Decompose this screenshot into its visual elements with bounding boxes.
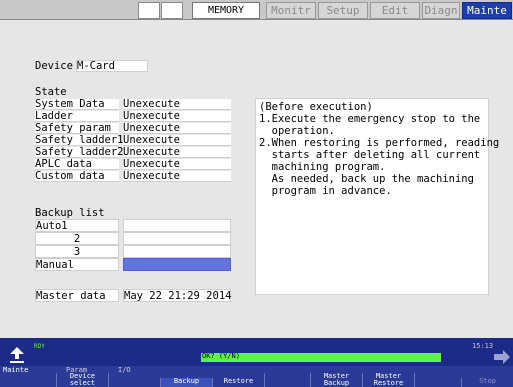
message-line: program in advance. [259, 185, 392, 197]
menu-empty-button[interactable] [108, 373, 160, 387]
tab-edit[interactable]: Edit [370, 2, 420, 19]
backup-row-name[interactable]: 2 [35, 232, 119, 245]
message-line: starts after deleting all current [259, 149, 481, 161]
precaution-message-box: (Before execution) 1.Execute the emergen… [255, 98, 500, 295]
menu-backup-button[interactable]: Backup [160, 378, 212, 387]
state-value: Unexecute [123, 147, 231, 158]
confirm-prompt: OK? (Y/N) [202, 352, 240, 360]
menu-up-arrow-icon[interactable] [8, 345, 26, 365]
clock: 15:13 [472, 342, 494, 350]
top-bar: MEMORY Monitr Setup Edit Diagn Mainte [0, 0, 513, 20]
state-name: Safety ladder1 [35, 134, 124, 146]
indicator-box-1 [138, 2, 160, 19]
state-name: System Data [35, 99, 119, 110]
menu-next-arrow-icon[interactable] [493, 348, 511, 364]
state-value: Unexecute [123, 123, 231, 134]
message-line: operation. [259, 125, 335, 137]
tab-monitr[interactable]: Monitr [266, 2, 316, 19]
state-name: Safety ladder2 [35, 146, 124, 158]
state-name: Custom data [35, 171, 119, 182]
message-line: 1.Execute the emergency stop to the [259, 113, 481, 125]
master-data-label: Master data [35, 289, 119, 302]
backup-row-value[interactable] [123, 232, 231, 245]
state-value: Unexecute [123, 111, 231, 122]
menu-stop-button[interactable]: Stop [461, 378, 513, 387]
backup-row-value[interactable] [123, 219, 231, 232]
state-value: Unexecute [123, 135, 231, 146]
state-name: APLC data [35, 159, 119, 170]
message-line: machining program. [259, 161, 386, 173]
tab-mainte[interactable]: Mainte [462, 2, 512, 19]
menu-master-backup-button[interactable]: Master Backup [310, 373, 362, 387]
menu-device-select-button[interactable]: Device select [56, 373, 108, 387]
message-line: As needed, back up the machining [259, 173, 474, 185]
state-name: Ladder [35, 111, 119, 122]
indicator-box-2 [161, 2, 183, 19]
backup-list-title: Backup list [35, 207, 105, 219]
state-name: Safety param [35, 123, 119, 134]
tab-setup[interactable]: Setup [318, 2, 368, 19]
state-title: State [35, 86, 67, 98]
backup-row-name[interactable]: Manual [35, 258, 119, 271]
master-data-value: May 22 21:29 2014 [123, 289, 232, 302]
menu-mode-label: Mainte [3, 366, 29, 374]
message-line: 2.When restoring is performed, reading [259, 137, 500, 149]
device-field[interactable]: M-Card [76, 60, 148, 72]
message-line: (Before execution) [259, 101, 373, 113]
state-value: Unexecute [123, 171, 231, 182]
backup-row-name[interactable]: 3 [35, 245, 119, 258]
backup-row-name[interactable]: Auto1 [35, 219, 119, 232]
tab-diagn[interactable]: Diagn [422, 2, 460, 19]
nc-screen: MEMORY Monitr Setup Edit Diagn Mainte De… [0, 0, 513, 387]
menu-empty-button[interactable] [414, 373, 466, 387]
device-label: Device [35, 60, 73, 72]
state-value: Unexecute [123, 99, 231, 110]
operation-mode: MEMORY [192, 2, 260, 19]
backup-row-value-selected[interactable] [123, 258, 231, 271]
menu-empty-button[interactable] [264, 373, 316, 387]
work-area: Device M-Card State System Data Unexecut… [0, 20, 513, 338]
ready-indicator: RDY [34, 343, 45, 350]
menu-restore-button[interactable]: Restore [212, 378, 264, 387]
menu-master-restore-button[interactable]: Master Restore [362, 373, 414, 387]
state-value: Unexecute [123, 159, 231, 170]
backup-row-value[interactable] [123, 245, 231, 258]
